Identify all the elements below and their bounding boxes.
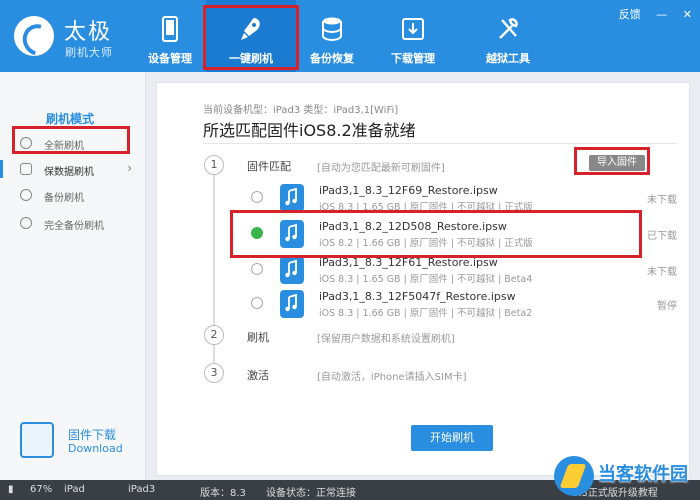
page-title: 所选匹配固件iOS8.2准备就绪 [203,121,416,140]
device-state: 设备状态：正常连接 [266,488,356,499]
firmware-meta: iOS 8.3 | 1.66 GB | 原厂固件 | 不可越狱 | Beta2 [319,308,533,319]
firmware-name: iPad3,1_8.3_12F61_Restore.ipsw [319,256,498,269]
nav-one-click-flash[interactable]: 一键刷机 [206,0,296,72]
battery-icon: ▮ [8,484,14,495]
firmware-status: 未下载 [647,195,677,206]
firmware-download-title: 固件下载 [68,428,117,442]
firmware-meta: iOS 8.3 | 1.65 GB | 原厂固件 | 不可越狱 | 正式版 [319,202,533,213]
firmware-name: iPad3,1_8.3_12F5047f_Restore.ipsw [319,290,516,303]
battery-level: 67% [30,484,53,495]
watermark: 当客软件园 [554,452,694,500]
start-flash-button[interactable]: 开始刷机 [411,425,493,451]
ipsw-file-icon [280,290,304,318]
window-controls: 反馈 — ✕ [607,6,692,22]
full-backup-icon [20,217,32,229]
tools-icon [499,18,518,39]
step-label: 激活 [247,369,269,382]
step-number: 3 [204,363,224,383]
firmware-name: iPad3,1_8.3_12F69_Restore.ipsw [319,184,498,197]
database-icon [322,17,342,42]
firmware-box-icon [20,422,54,458]
firmware-radio[interactable] [251,263,263,275]
main-panel: 当前设备机型：iPad3 类型：iPad3,1[WiFi] 所选匹配固件iOS8… [156,82,690,476]
watermark-text: 当客软件园 [598,464,688,485]
watermark-logo-icon [554,456,594,496]
app-logo: 太极 刷机大师 [14,10,154,62]
sidebar-item-clean-flash[interactable]: 全新刷机 [20,132,136,156]
firmware-download-subtitle: Download [68,442,123,455]
firmware-download-link[interactable]: 固件下载 Download [20,422,130,468]
firmware-row[interactable]: iPad3,1_8.3_12F5047f_Restore.ipsw iOS 8.… [247,287,677,321]
keep-data-icon [20,163,32,175]
minimize-button[interactable]: — [656,8,667,21]
firmware-status: 暂停 [657,301,677,312]
firmware-radio[interactable] [251,297,263,309]
nav-label: 备份恢复 [310,52,354,65]
firmware-status: 已下载 [647,231,677,242]
nav-label: 一键刷机 [229,52,273,65]
sidebar-item-keep-data-flash[interactable]: 保数据刷机 › [20,158,136,182]
nav-jailbreak-tools[interactable]: 越狱工具 [478,0,538,72]
step-hint: [自动为您匹配最新可刷固件] [317,163,445,174]
firmware-name: iPad3,1_8.2_12D508_Restore.ipsw [319,220,507,233]
sidebar-item-backup-flash[interactable]: 备份刷机 [20,184,136,208]
app-title: 太极 [64,20,113,45]
ipsw-file-icon [280,256,304,284]
device-info: 当前设备机型：iPad3 类型：iPad3,1[WiFi] [203,105,399,116]
nav-download-management[interactable]: 下载管理 [383,0,443,72]
firmware-row[interactable]: iPad3,1_8.3_12F69_Restore.ipsw iOS 8.3 |… [247,181,677,215]
nav-label: 设备管理 [148,52,192,65]
sidebar-title: 刷机模式 [46,112,95,126]
taiji-logo-icon [14,16,54,56]
close-button[interactable]: ✕ [683,8,692,21]
chevron-right-icon: › [127,161,132,175]
device-type: iPad [64,484,85,495]
sidebar-item-label: 完全备份刷机 [44,221,104,232]
sidebar-item-label: 保数据刷机 [44,167,94,178]
ipsw-file-icon [280,220,304,248]
step-label: 刷机 [247,331,269,344]
clean-flash-icon [20,137,32,149]
backup-icon [20,189,32,201]
step-number: 1 [204,155,224,175]
nav-device-management[interactable]: 设备管理 [140,0,200,72]
rocket-icon [241,18,260,40]
nav-label: 下载管理 [391,52,435,65]
firmware-meta: iOS 8.3 | 1.65 GB | 原厂固件 | 不可越狱 | Beta4 [319,274,533,285]
import-firmware-button[interactable]: 导入固件 [589,155,645,171]
sidebar-item-label: 备份刷机 [44,193,84,204]
nav-backup-restore[interactable]: 备份恢复 [302,0,362,72]
nav-label: 越狱工具 [486,52,530,65]
device-model: iPad3 [128,484,156,495]
app-subtitle: 刷机大师 [65,46,113,59]
step-hint: [保留用户数据和系统设置刷机] [317,334,455,345]
firmware-radio-selected[interactable] [251,227,263,239]
feedback-link[interactable]: 反馈 [619,8,641,21]
sidebar: 刷机模式 全新刷机 保数据刷机 › 备份刷机 完全备份刷机 固件下载 Downl… [0,72,146,480]
divider [203,143,677,144]
download-box-icon [402,18,424,40]
ipsw-file-icon [280,184,304,212]
ios-version: 版本：8.3 [200,488,246,499]
top-bar: 太极 刷机大师 设备管理 一键刷机 备份恢复 下载管理 越狱工具 反馈 — ✕ [0,0,700,72]
step-hint: [自动激活，iPhone请插入SIM卡] [317,372,467,383]
firmware-radio[interactable] [251,191,263,203]
step-number: 2 [204,325,224,345]
phone-icon [162,16,178,42]
active-indicator [0,160,3,178]
firmware-status: 未下载 [647,267,677,278]
firmware-meta: iOS 8.2 | 1.66 GB | 原厂固件 | 不可越狱 | 正式版 [319,238,533,249]
firmware-row[interactable]: iPad3,1_8.3_12F61_Restore.ipsw iOS 8.3 |… [247,253,677,287]
sidebar-item-full-backup-flash[interactable]: 完全备份刷机 [20,212,136,236]
sidebar-item-label: 全新刷机 [44,141,84,152]
firmware-row-selected[interactable]: iPad3,1_8.2_12D508_Restore.ipsw iOS 8.2 … [247,217,677,251]
step-label: 固件匹配 [247,160,291,173]
